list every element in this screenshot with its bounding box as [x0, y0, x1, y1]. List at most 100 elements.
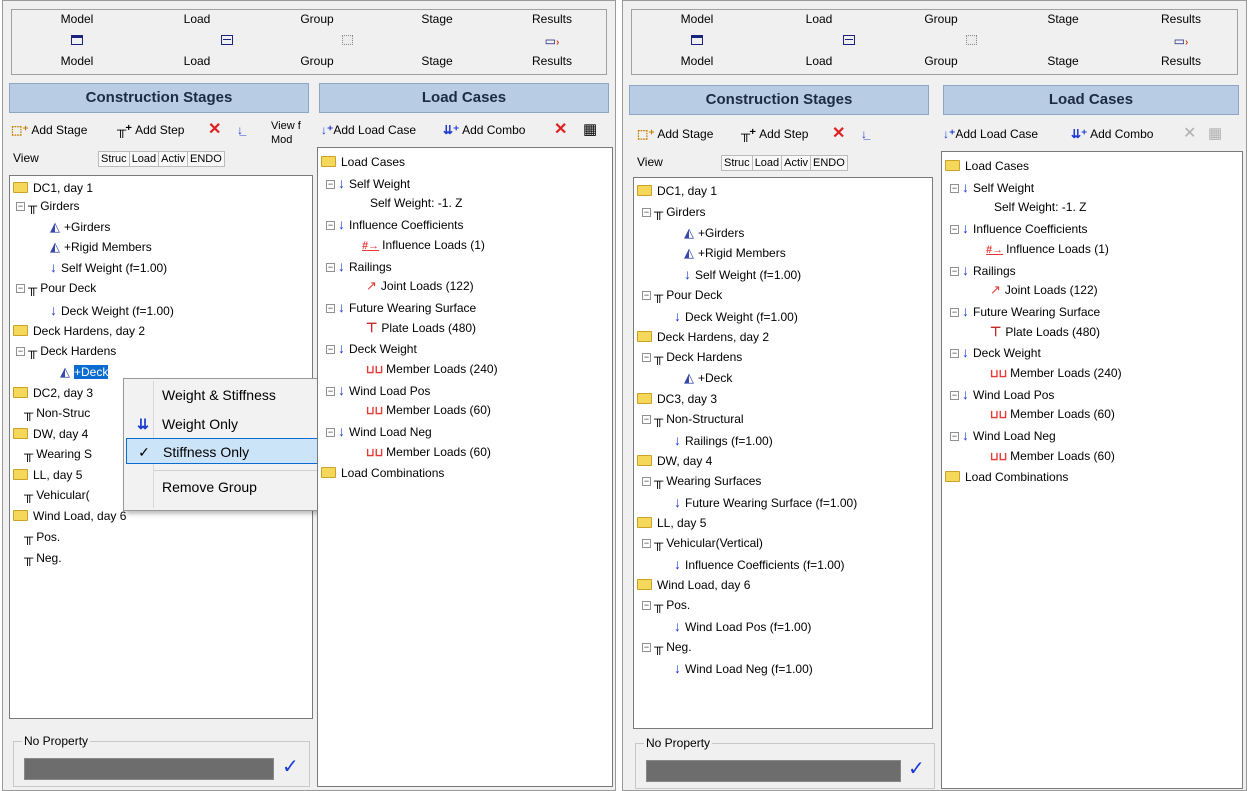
tree-item-step[interactable]: − ╥ Pour Deck [642, 286, 722, 304]
add-stage-button[interactable]: ⬚⁺ Add Stage [11, 119, 87, 141]
tree-item-group[interactable]: ◭ +Deck [684, 369, 732, 387]
load-case-tree[interactable]: Load Cases − ↓ Self Weight Self Weight: -1… [941, 151, 1243, 789]
tree-item-load-case[interactable]: − ↓ Wind Load Pos [950, 385, 1054, 403]
property-field[interactable] [24, 758, 274, 780]
tab-model[interactable]: Model Model [642, 10, 752, 74]
tree-item-load[interactable]: ↓ Wind Load Pos (f=1.00) [674, 617, 811, 635]
tree-item-load[interactable]: ↓ Deck Weight (f=1.00) [674, 307, 798, 325]
tree-item-stage[interactable]: DC2, day 3 [13, 384, 93, 402]
tree-item-load[interactable]: Self Weight: -1. Z [994, 198, 1086, 216]
tree-item-load-case[interactable]: − ↓ Wind Load Neg [950, 426, 1056, 444]
tree-item-load[interactable]: ↓ Future Wearing Surface (f=1.00) [674, 493, 857, 511]
tree-item-load-case[interactable]: − ↓ Influence Coefficients [326, 215, 464, 233]
add-combo-button[interactable]: ⇊⁺ Add Combo [443, 119, 525, 141]
tab-group[interactable]: Group Group [886, 10, 996, 74]
tree-item-step[interactable]: − ╥ Girders [642, 203, 706, 221]
tree-item-load[interactable]: ↓ Deck Weight (f=1.00) [50, 301, 174, 319]
add-step-button[interactable]: ╥⁺ Add Step [117, 119, 184, 141]
load-case-tree[interactable]: Load Cases − ↓ Self Weight Self Weight: -1… [317, 147, 613, 787]
tree-item-step[interactable]: ╥ Pos. [24, 528, 60, 546]
tree-item-group[interactable]: ◭ +Girders [684, 224, 744, 242]
view-tab-struc[interactable]: Struc [722, 156, 753, 170]
tree-item-stage[interactable]: DC1, day 1 [13, 179, 93, 197]
tree-item-load-case[interactable]: − ↓ Wind Load Neg [326, 422, 432, 440]
tree-item-load[interactable]: ⊔⊔ Member Loads (240) [366, 360, 498, 378]
tree-item-stage[interactable]: DW, day 4 [13, 425, 88, 443]
stage-tree[interactable]: DC1, day 1 − ╥ Girders ◭ +Girders ◭ +Rigid M… [633, 177, 933, 729]
delete-stage-icon[interactable]: ✕ [832, 123, 845, 145]
tree-item-folder[interactable]: Load Combinations [321, 464, 444, 482]
tree-item-load[interactable]: ↓ Self Weight (f=1.00) [50, 258, 167, 276]
sort-icon[interactable]: ↓̲ [861, 123, 867, 145]
tree-item-load[interactable]: ↗ Joint Loads (122) [990, 281, 1098, 299]
view-tab-endo[interactable]: ENDO [188, 152, 224, 166]
tree-item-load[interactable]: ↓ Self Weight (f=1.00) [684, 265, 801, 283]
tree-item-load[interactable]: ⊤ Plate Loads (480) [366, 319, 476, 337]
tab-group[interactable]: Group Group [262, 10, 372, 74]
tab-results[interactable]: Results ▭› Results [497, 10, 607, 74]
tree-item-load-case[interactable]: − ↓ Future Wearing Surface [326, 298, 476, 316]
view-tab-load[interactable]: Load [130, 152, 160, 166]
view-tab-activ[interactable]: Activ [782, 156, 812, 170]
add-combo-button[interactable]: ⇊⁺ Add Combo [1071, 123, 1153, 145]
tree-item-stage[interactable]: DC1, day 1 [637, 182, 717, 200]
tree-item-step[interactable]: − ╥ Non-Structural [642, 410, 744, 428]
delete-load-case-icon[interactable]: ✕ [554, 119, 567, 141]
tree-item-step[interactable]: ╥ Vehicular( [24, 486, 90, 504]
tab-results[interactable]: Results ▭› Results [1126, 10, 1236, 74]
tab-load[interactable]: Load Load [142, 10, 252, 74]
apply-check-icon[interactable]: ✓ [282, 756, 299, 778]
tree-item-folder[interactable]: Load Combinations [945, 468, 1068, 486]
tree-item-stage[interactable]: DC3, day 3 [637, 390, 717, 408]
tree-item-group[interactable]: ◭ +Girders [50, 218, 110, 236]
view-tab-endo[interactable]: ENDO [811, 156, 847, 170]
tree-item-load-case[interactable]: − ↓ Wind Load Pos [326, 381, 430, 399]
tree-item-folder[interactable]: Load Cases [321, 153, 405, 171]
tree-item-folder[interactable]: Load Cases [945, 157, 1029, 175]
tree-item-load-case[interactable]: − ↓ Future Wearing Surface [950, 302, 1100, 320]
tree-item-load[interactable]: ↓ Influence Coefficients (f=1.00) [674, 555, 845, 573]
tree-item-stage[interactable]: Wind Load, day 6 [13, 507, 126, 525]
tree-item-step[interactable]: − ╥ Pos. [642, 596, 690, 614]
property-field[interactable] [646, 760, 901, 782]
add-stage-button[interactable]: ⬚⁺ Add Stage [637, 123, 713, 145]
tab-model[interactable]: Model Model [22, 10, 132, 74]
tree-item-load[interactable]: ↓ Wind Load Neg (f=1.00) [674, 659, 813, 677]
tree-item-load[interactable]: ⊔⊔ Member Loads (60) [990, 405, 1115, 423]
tree-item-load-case[interactable]: − ↓ Self Weight [326, 174, 410, 192]
tree-item-group[interactable]: ◭ +Rigid Members [50, 238, 152, 256]
tree-item-stage[interactable]: LL, day 5 [637, 514, 706, 532]
sort-icon[interactable]: ↓̲ [237, 119, 243, 141]
tree-item-step[interactable]: − ╥ Deck Hardens [642, 348, 742, 366]
delete-stage-icon[interactable]: ✕ [208, 119, 221, 141]
apply-check-icon[interactable]: ✓ [908, 758, 925, 780]
tree-item-step[interactable]: ╥ Non-Struc [24, 404, 90, 422]
view-tab-load[interactable]: Load [753, 156, 783, 170]
tree-item-group-selected[interactable]: ◭ +Deck [60, 363, 109, 381]
add-load-case-button[interactable]: ↓⁺Add Load Case [321, 119, 416, 141]
tree-item-load[interactable]: ⊔⊔ Member Loads (60) [366, 443, 491, 461]
tree-item-load[interactable]: #→ Influence Loads (1) [362, 236, 485, 254]
tree-item-load[interactable]: #→ Influence Loads (1) [986, 240, 1109, 258]
menu-item-stiffness-only[interactable]: ✓ Stiffness Only [126, 438, 325, 464]
tree-item-stage[interactable]: Deck Hardens, day 2 [13, 322, 145, 340]
table-icon[interactable]: ▦ [583, 119, 597, 141]
add-load-case-button[interactable]: ↓⁺Add Load Case [943, 123, 1038, 145]
tree-item-load-case[interactable]: − ↓ Self Weight [950, 178, 1034, 196]
tree-item-load-case[interactable]: − ↓ Influence Coefficients [950, 219, 1088, 237]
tree-item-load[interactable]: ↓ Railings (f=1.00) [674, 431, 773, 449]
table-icon[interactable]: ▦ [1208, 123, 1222, 145]
tab-stage[interactable]: Stage Stage [1008, 10, 1118, 74]
tree-item-stage[interactable]: Wind Load, day 6 [637, 576, 750, 594]
tree-item-load-case[interactable]: − ↓ Deck Weight [950, 343, 1041, 361]
tree-item-group[interactable]: ◭ +Rigid Members [684, 244, 786, 262]
tree-item-load-case[interactable]: − ↓ Railings [950, 261, 1016, 279]
tree-item-step[interactable]: − ╥ Girders [16, 197, 80, 215]
tree-item-stage[interactable]: Deck Hardens, day 2 [637, 328, 769, 346]
tree-item-load[interactable]: ⊔⊔ Member Loads (60) [990, 447, 1115, 465]
menu-item-weight-stiffness[interactable]: Weight & Stiffness [126, 382, 325, 408]
tree-item-step[interactable]: − ╥ Deck Hardens [16, 342, 116, 360]
tree-item-load[interactable]: ⊔⊔ Member Loads (240) [990, 364, 1122, 382]
tree-item-stage[interactable]: LL, day 5 [13, 466, 82, 484]
add-step-button[interactable]: ╥⁺ Add Step [741, 123, 808, 145]
